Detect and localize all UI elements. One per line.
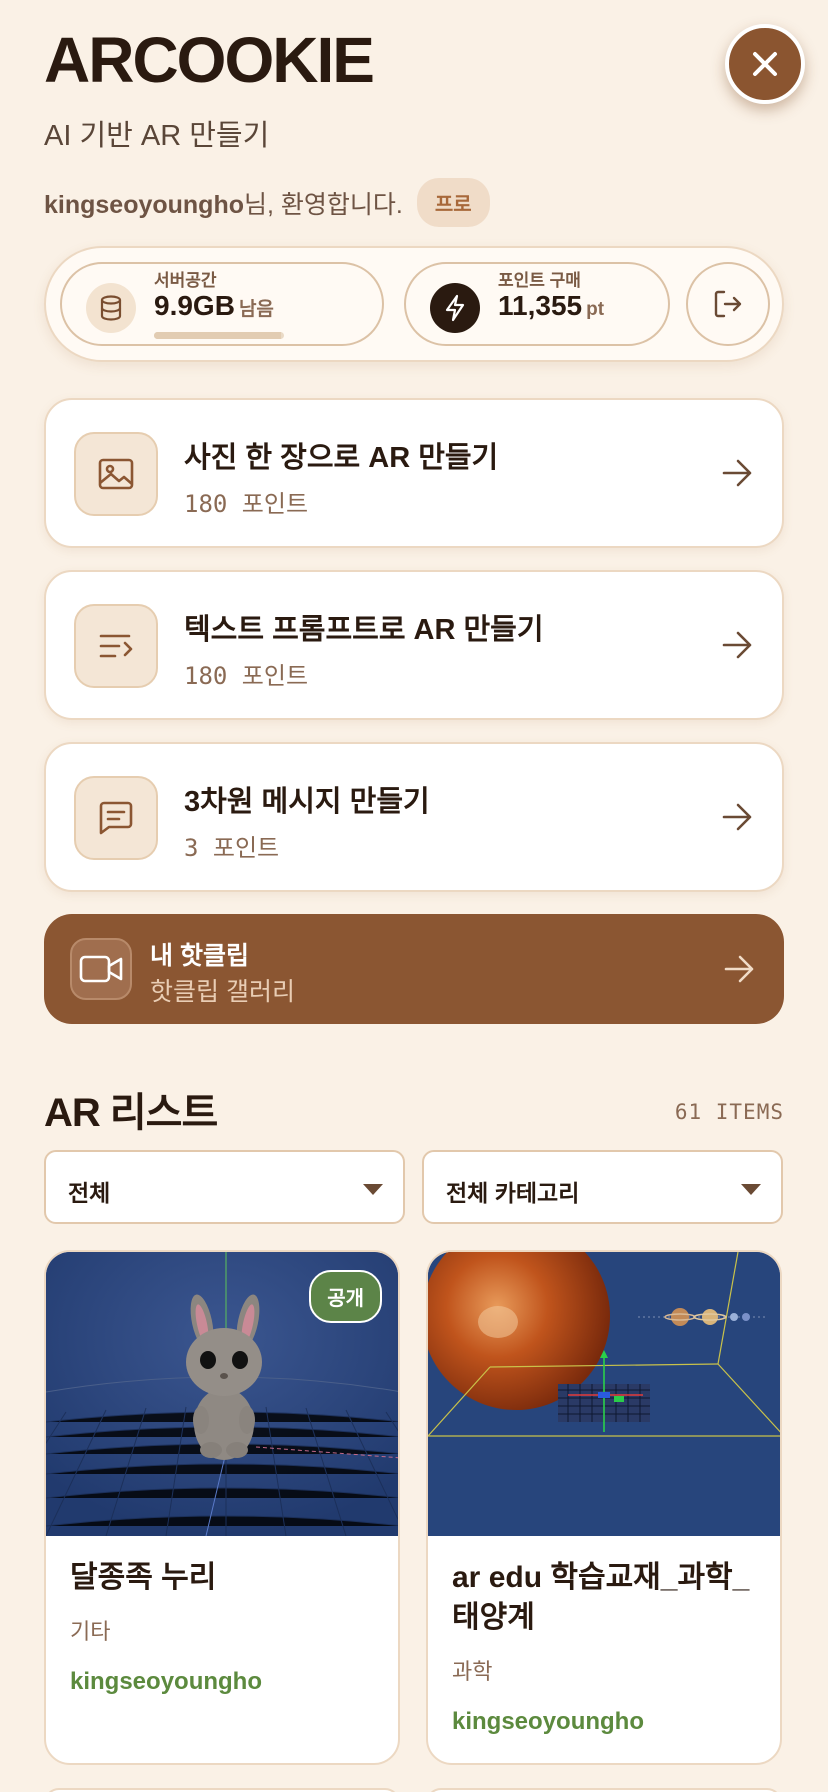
arrow-right-icon bbox=[724, 955, 754, 983]
plan-badge: 프로 bbox=[416, 178, 490, 227]
visibility-filter-select[interactable]: 전체 bbox=[44, 1150, 405, 1224]
ar-card-title: ar edu 학습교재_과학_태양계 bbox=[452, 1561, 750, 1634]
storage-label: 서버공간 bbox=[154, 271, 217, 290]
points-label: 포인트 구매 bbox=[498, 271, 581, 290]
ar-card-author[interactable]: kingseoyoungho bbox=[452, 1708, 644, 1736]
image-icon bbox=[74, 432, 158, 516]
points-value: 11,355 pt bbox=[498, 290, 604, 322]
database-icon bbox=[86, 283, 136, 333]
ar-list-count: 61 ITEMS bbox=[674, 1100, 784, 1124]
chevron-down-icon bbox=[363, 1184, 383, 1195]
points-pill[interactable]: 포인트 구매 11,355 pt bbox=[404, 262, 670, 346]
ar-card-title: 달종족 누리 bbox=[70, 1561, 217, 1594]
category-filter-select[interactable]: 전체 카테고리 bbox=[422, 1150, 783, 1224]
action-cost: 3 포인트 bbox=[184, 834, 280, 862]
points-amount: 11,355 bbox=[498, 290, 583, 321]
hot-clips-card[interactable]: 내 핫클립 핫클립 갤러리 bbox=[44, 914, 784, 1024]
action-cost: 180 포인트 bbox=[184, 490, 309, 518]
message-icon bbox=[74, 776, 158, 860]
action-title: 사진 한 장으로 AR 만들기 bbox=[184, 442, 499, 474]
storage-value: 9.9GB 남음 bbox=[154, 290, 274, 322]
text-prompt-icon bbox=[74, 604, 158, 688]
action-card-photo-ar[interactable]: 사진 한 장으로 AR 만들기 180 포인트 bbox=[44, 398, 784, 548]
welcome-row: kingseoyoungho님, 환영합니다. 프로 bbox=[44, 178, 784, 227]
action-card-text-ar[interactable]: 텍스트 프롬프트로 AR 만들기 180 포인트 bbox=[44, 570, 784, 720]
hot-clips-title: 내 핫클립 bbox=[150, 942, 249, 970]
chevron-down-icon bbox=[741, 1184, 761, 1195]
action-cost: 180 포인트 bbox=[184, 662, 309, 690]
logout-button[interactable] bbox=[686, 262, 770, 346]
close-icon bbox=[753, 52, 777, 76]
ar-thumbnail-solar-system bbox=[428, 1252, 780, 1536]
video-icon bbox=[70, 938, 132, 1000]
ar-card[interactable]: ar edu 학습교재_과학_태양계 과학 kingseoyoungho bbox=[426, 1250, 782, 1765]
tagline: AI 기반 AR 만들기 bbox=[44, 120, 270, 152]
ar-card-category: 기타 bbox=[70, 1619, 111, 1644]
ar-card-next[interactable] bbox=[44, 1788, 400, 1792]
storage-usage-fill bbox=[154, 332, 282, 339]
arrow-right-icon bbox=[722, 631, 752, 659]
arrow-right-icon bbox=[722, 459, 752, 487]
storage-unit: 남음 bbox=[238, 299, 274, 320]
ar-thumbnail-rabbit: 공개 bbox=[46, 1252, 398, 1536]
ar-card-author[interactable]: kingseoyoungho bbox=[70, 1668, 262, 1696]
action-title: 3차원 메시지 만들기 bbox=[184, 786, 430, 818]
points-unit: pt bbox=[586, 299, 605, 320]
action-title: 텍스트 프롬프트로 AR 만들기 bbox=[184, 614, 544, 646]
logout-icon bbox=[714, 290, 742, 318]
hot-clips-subtitle: 핫클립 갤러리 bbox=[150, 978, 295, 1006]
visibility-filter-value: 전체 bbox=[68, 1180, 111, 1206]
storage-usage-bar bbox=[154, 332, 284, 339]
ar-card-next[interactable] bbox=[426, 1788, 782, 1792]
storage-pill[interactable]: 서버공간 9.9GB 남음 bbox=[60, 262, 384, 346]
ar-card[interactable]: 공개 달종족 누리 기타 kingseoyoungho bbox=[44, 1250, 400, 1765]
lightning-icon bbox=[430, 283, 480, 333]
stats-bar: 서버공간 9.9GB 남음 포인트 구매 11,355 pt bbox=[44, 246, 784, 362]
welcome-text: kingseoyoungho님, 환영합니다. bbox=[44, 185, 403, 221]
public-badge: 공개 bbox=[309, 1270, 382, 1323]
app-title: ARCOOKIE bbox=[44, 24, 375, 96]
close-button[interactable] bbox=[725, 24, 805, 104]
category-filter-value: 전체 카테고리 bbox=[446, 1180, 580, 1206]
welcome-suffix: 님, 환영합니다. bbox=[244, 190, 403, 219]
ar-list-title: AR 리스트 bbox=[44, 1091, 218, 1135]
username: kingseoyoungho bbox=[44, 190, 244, 219]
arrow-right-icon bbox=[722, 803, 752, 831]
storage-amount: 9.9GB bbox=[154, 290, 235, 321]
ar-card-category: 과학 bbox=[452, 1659, 493, 1684]
action-card-3d-message[interactable]: 3차원 메시지 만들기 3 포인트 bbox=[44, 742, 784, 892]
header: ARCOOKIE AI 기반 AR 만들기 kingseoyoungho님, 환… bbox=[44, 28, 784, 227]
